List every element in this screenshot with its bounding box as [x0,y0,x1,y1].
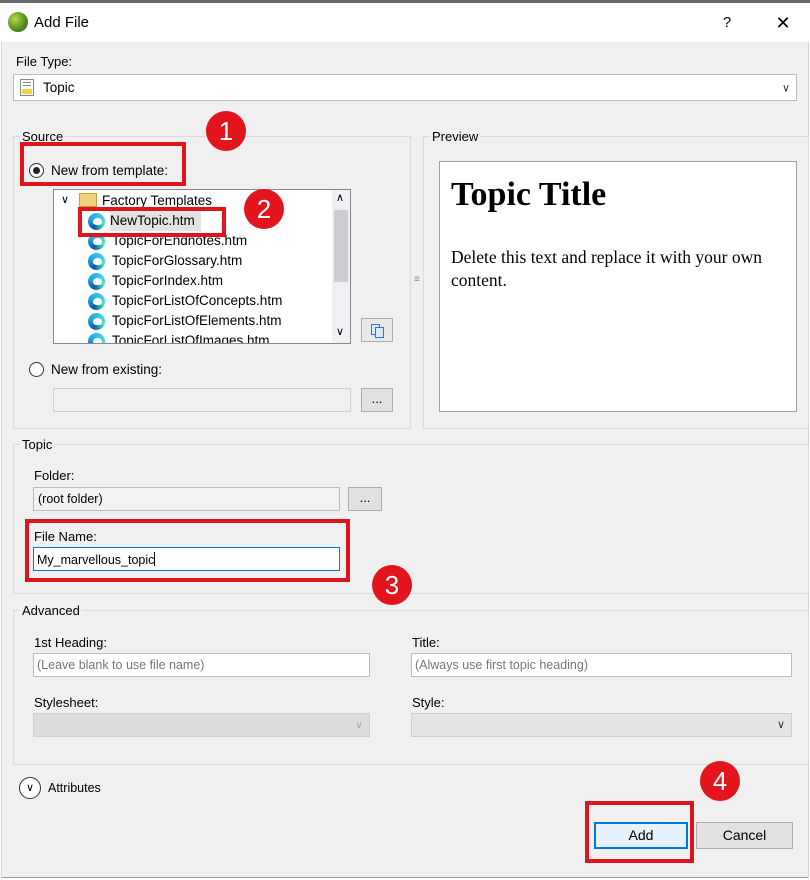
tree-item-glossary[interactable]: TopicForGlossary.htm [112,251,242,271]
advanced-group [13,610,809,765]
first-heading-input[interactable] [33,653,370,677]
help-button[interactable]: ? [716,12,738,34]
tree-scrollbar[interactable]: ∧ ∨ [332,190,350,343]
highlight-add-button [585,801,694,863]
tree-item-images[interactable]: TopicForListOfImages.htm [112,331,270,343]
preview-heading: Topic Title [451,176,607,213]
existing-file-field[interactable] [53,388,351,412]
advanced-group-title: Advanced [20,603,82,618]
cancel-button[interactable]: Cancel [696,822,793,849]
copy-template-button[interactable] [361,318,393,342]
folder-icon [79,193,97,207]
chevron-down-icon: ∨ [354,719,363,731]
highlight-file-name [25,519,350,582]
tree-item-elements[interactable]: TopicForListOfElements.htm [112,311,282,331]
step-badge-3: 3 [372,565,412,605]
new-from-existing-radio[interactable] [29,362,44,377]
file-type-select[interactable]: Topic ∨ [13,74,797,101]
close-button[interactable]: ✕ [768,10,798,36]
chevron-down-icon: ∨ [781,82,790,94]
edge-html-icon [88,313,105,330]
splitter-grip-icon[interactable]: ≡ [414,274,420,285]
title-input[interactable] [411,653,792,677]
folder-field[interactable]: (root folder) [33,487,340,511]
edge-html-icon [88,273,105,290]
folder-browse-button[interactable]: ... [348,487,382,511]
highlight-newtopic [78,207,226,237]
scroll-down-icon[interactable]: ∨ [336,325,344,338]
expand-attributes-icon[interactable]: ∨ [19,777,41,799]
preview-body: Delete this text and replace it with you… [451,247,763,290]
highlight-new-from-template [20,142,186,186]
step-badge-1: 1 [206,111,246,151]
new-from-existing-label: New from existing: [51,362,163,377]
chevron-down-icon[interactable]: ∨ [61,193,69,206]
title-label: Title: [412,635,440,650]
scrollbar-thumb[interactable] [334,210,348,282]
preview-pane: Topic Title Delete this text and replace… [439,161,797,412]
stylesheet-label: Stylesheet: [34,695,99,710]
title-bar: Add File ? ✕ [0,0,810,42]
first-heading-label: 1st Heading: [34,635,107,650]
step-badge-4: 4 [700,761,740,801]
tree-item-concepts[interactable]: TopicForListOfConcepts.htm [112,291,282,311]
existing-browse-button[interactable]: ... [361,388,393,412]
file-type-value: Topic [43,80,75,95]
chevron-down-icon: ∨ [776,719,785,731]
edge-html-icon [88,253,105,270]
edge-html-icon [88,293,105,310]
attributes-label[interactable]: Attributes [48,781,101,795]
edge-html-icon [88,333,105,343]
style-label: Style: [412,695,445,710]
topic-file-icon [20,79,34,96]
window-title: Add File [34,14,90,31]
app-logo-icon [8,12,28,32]
stylesheet-select[interactable]: ∨ [33,713,370,737]
preview-group-title: Preview [430,129,481,144]
tree-item-index[interactable]: TopicForIndex.htm [112,271,223,291]
step-badge-2: 2 [244,189,284,229]
scroll-up-icon[interactable]: ∧ [336,191,344,204]
topic-group-title: Topic [20,437,55,452]
file-type-label: File Type: [16,54,73,69]
folder-label: Folder: [34,468,75,483]
style-select[interactable]: ∨ [411,713,792,737]
